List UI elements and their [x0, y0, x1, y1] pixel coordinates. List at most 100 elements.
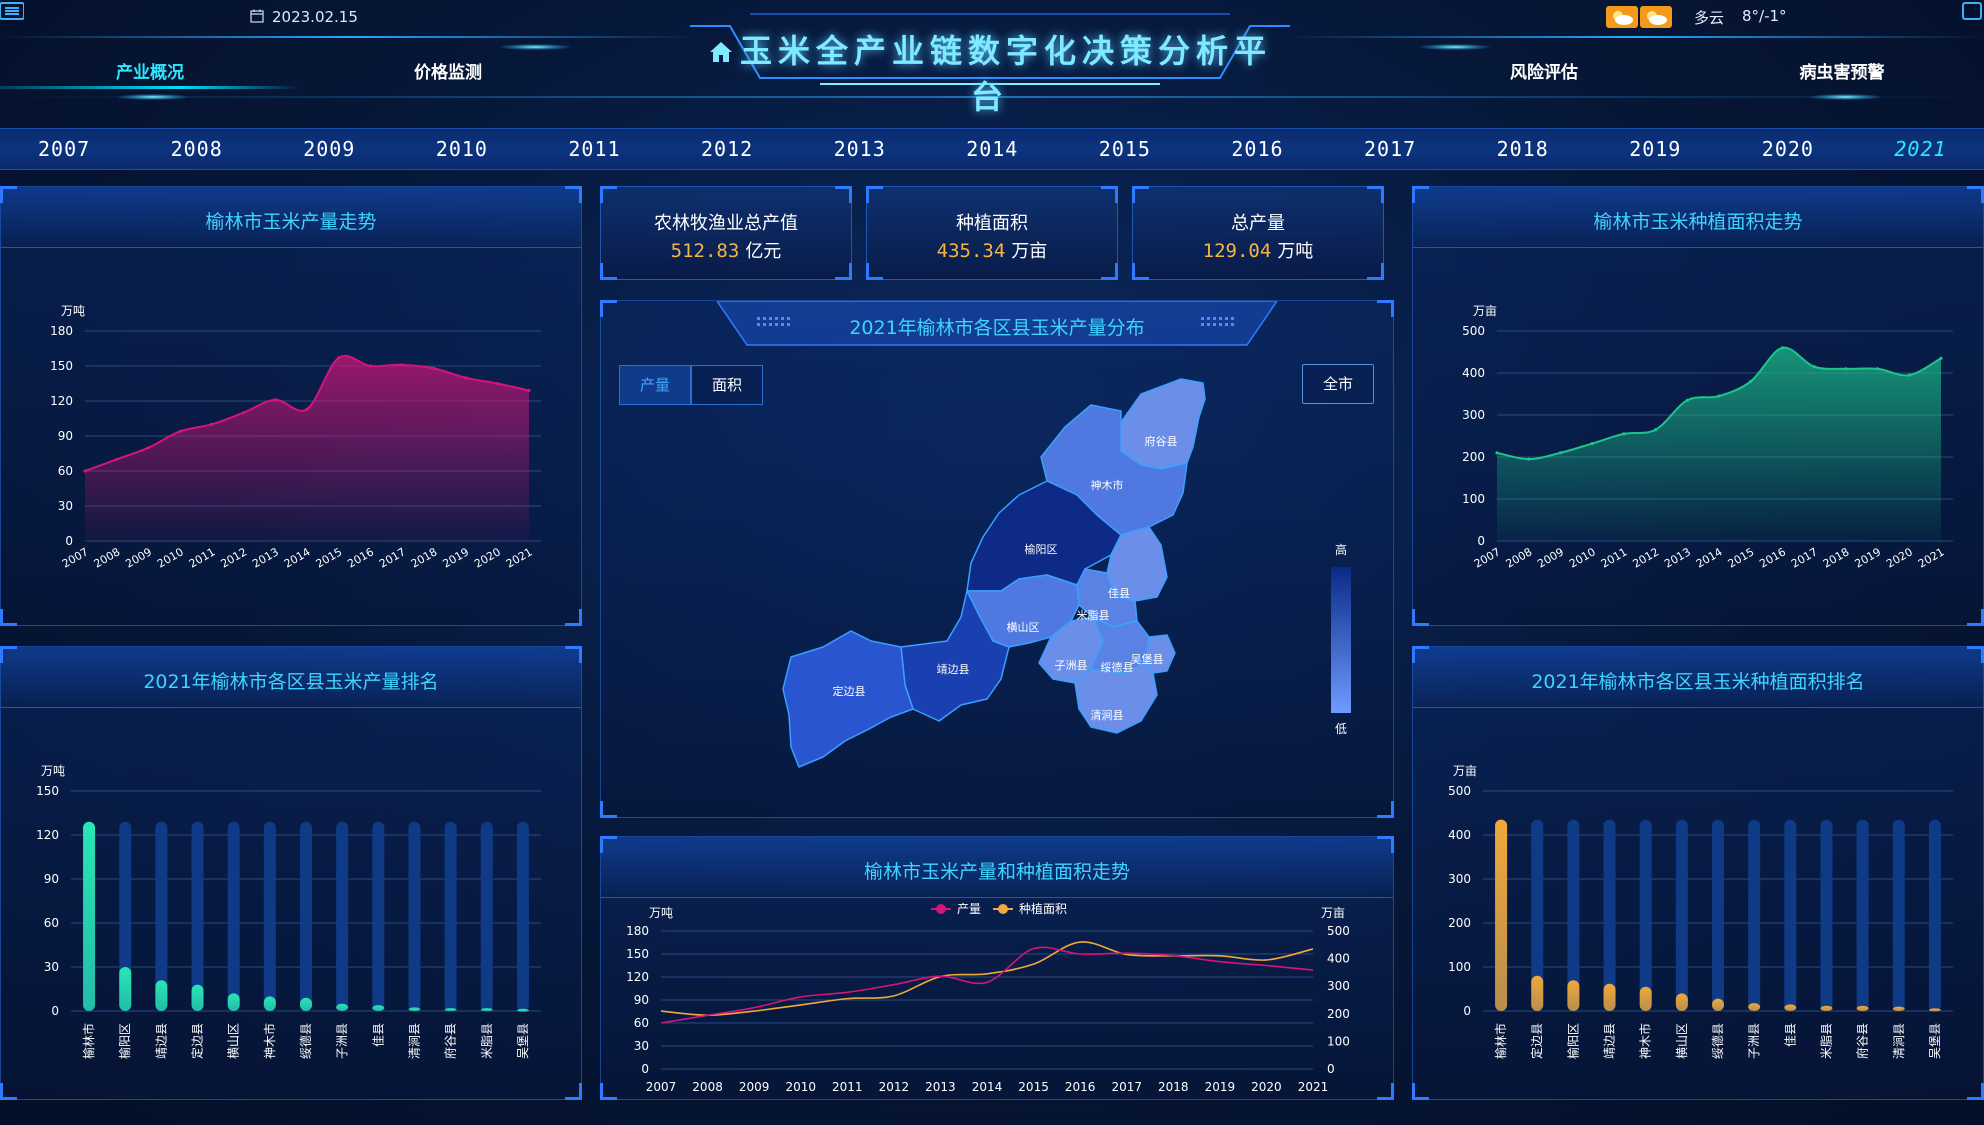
bar[interactable]	[1820, 1005, 1833, 1011]
menu-icon[interactable]	[0, 2, 24, 20]
y-tick-label: 120	[50, 394, 73, 408]
x-tick-label: 榆林市	[1493, 1023, 1508, 1059]
data-point	[178, 429, 182, 433]
x-tick-label: 2019	[1852, 545, 1883, 570]
y-tick-label: 30	[44, 960, 59, 974]
year-2014[interactable]: 2014	[966, 137, 1018, 161]
data-point	[273, 398, 277, 402]
x-tick-label: 2014	[282, 545, 313, 570]
year-2007[interactable]: 2007	[38, 137, 90, 161]
bar[interactable]	[263, 996, 276, 1011]
area-ranking-chart: 万亩 0 100 200 300 400 500 榆林市 定边县 榆阳区 靖边县 神木市 横山区 绥德县 子…	[1448, 763, 1953, 1059]
x-tick-label: 2020	[472, 545, 503, 570]
y-tick-label: 120	[36, 828, 59, 842]
year-2010[interactable]: 2010	[436, 137, 488, 161]
fullscreen-icon[interactable]	[1960, 2, 1982, 20]
map-label-hengshan: 横山区	[1007, 620, 1040, 634]
bar[interactable]	[227, 993, 240, 1011]
year-2017[interactable]: 2017	[1364, 137, 1416, 161]
map-all-city-button[interactable]: 全市	[1302, 364, 1374, 404]
bar[interactable]	[1712, 998, 1724, 1011]
x-tick-label: 2011	[832, 1080, 863, 1094]
right-axis-unit: 万亩	[1321, 905, 1345, 920]
nav-industry-overview[interactable]: 产业概况	[50, 58, 250, 83]
nav-price-monitor[interactable]: 价格监测	[348, 58, 548, 83]
panel-header: 榆林市玉米产量走势	[1, 187, 581, 248]
stat-unit: 万亩	[1011, 241, 1048, 262]
x-tick-label: 府谷县	[1855, 1023, 1870, 1059]
bar[interactable]	[516, 1008, 529, 1012]
year-2009[interactable]: 2009	[303, 137, 355, 161]
x-tick-label: 2012	[218, 545, 249, 570]
bar[interactable]	[1784, 1004, 1797, 1011]
year-2012[interactable]: 2012	[701, 137, 753, 161]
x-tick-label: 子洲县	[335, 1023, 349, 1059]
bar[interactable]	[1675, 993, 1688, 1011]
year-2019[interactable]: 2019	[1629, 137, 1681, 161]
x-tick-label: 2017	[377, 545, 408, 570]
year-2020[interactable]: 2020	[1762, 137, 1814, 161]
bar[interactable]	[1567, 980, 1580, 1011]
series-line-production	[660, 946, 1314, 1024]
bar[interactable]	[155, 980, 168, 1011]
year-2013[interactable]: 2013	[834, 137, 886, 161]
bar-background	[480, 821, 493, 1011]
bar[interactable]	[83, 821, 96, 1011]
year-2011[interactable]: 2011	[568, 137, 620, 161]
bar[interactable]	[1603, 983, 1616, 1011]
x-tick-label: 榆阳区	[117, 1023, 132, 1059]
x-tick-label: 靖边县	[154, 1023, 168, 1059]
bar[interactable]	[1748, 1003, 1761, 1011]
bar[interactable]	[408, 1007, 421, 1011]
stat-value-row: 435.34 万亩	[867, 237, 1117, 263]
bar[interactable]	[300, 997, 312, 1011]
year-2008[interactable]: 2008	[171, 137, 223, 161]
bar[interactable]	[444, 1008, 457, 1012]
y-tick-label: 200	[1448, 916, 1471, 930]
year-2018[interactable]: 2018	[1497, 137, 1549, 161]
bar[interactable]	[1495, 819, 1508, 1011]
y-tick-label: 90	[44, 872, 59, 886]
year-2015[interactable]: 2015	[1099, 137, 1151, 161]
bar[interactable]	[336, 1003, 349, 1011]
bar[interactable]	[119, 967, 132, 1011]
x-tick-label: 2009	[739, 1080, 770, 1094]
bar[interactable]	[480, 1008, 493, 1012]
bar[interactable]	[1856, 1005, 1869, 1011]
data-point	[463, 376, 468, 380]
x-tick-label: 靖边县	[1603, 1023, 1617, 1059]
x-tick-label: 2017	[1111, 1080, 1142, 1094]
bar[interactable]	[1531, 975, 1544, 1011]
bar[interactable]	[191, 984, 204, 1011]
bar[interactable]	[1928, 1008, 1941, 1012]
data-point	[337, 356, 341, 360]
y-tick-label: 400	[1462, 366, 1485, 380]
data-point	[115, 457, 119, 461]
x-tick-label: 2013	[1662, 545, 1693, 570]
x-tick-label: 2017	[1789, 545, 1820, 570]
production-area-trend-panel: 榆林市玉米产量和种植面积走势 产量 种植面积 万吨 万亩 0 30 60 90 120 150 18…	[600, 836, 1394, 1100]
data-point	[495, 381, 499, 386]
x-tick-label: 2008	[92, 545, 123, 570]
year-2021[interactable]: 2021	[1894, 137, 1946, 161]
bar[interactable]	[1892, 1006, 1905, 1011]
y-tick-label: 100	[1448, 960, 1471, 974]
calendar-icon	[250, 9, 264, 23]
nav-pest-warning[interactable]: 病虫害预警	[1742, 58, 1942, 83]
bar[interactable]	[1639, 986, 1652, 1011]
year-2016[interactable]: 2016	[1231, 137, 1283, 161]
bar-background	[1856, 819, 1869, 1011]
x-tick-label: 神木市	[262, 1023, 277, 1059]
bar[interactable]	[372, 1005, 385, 1011]
legend-label-area: 种植面积	[1019, 901, 1067, 916]
y-tick-label: 0	[51, 1004, 59, 1018]
left-axis-unit: 万吨	[649, 906, 673, 920]
production-trend-panel: 榆林市玉米产量走势 万吨 0 30 60 90 120 150 180 2007 2008 2009…	[0, 186, 582, 626]
home-icon[interactable]	[708, 39, 734, 65]
area-fill	[85, 355, 529, 541]
map-label-wubu: 吴堡县	[1131, 652, 1164, 666]
nav-risk-assessment[interactable]: 风险评估	[1444, 58, 1644, 83]
y-tick-label: 150	[36, 784, 59, 798]
x-tick-label: 榆阳区	[1565, 1023, 1580, 1059]
right-tick-label: 200	[1327, 1007, 1350, 1021]
